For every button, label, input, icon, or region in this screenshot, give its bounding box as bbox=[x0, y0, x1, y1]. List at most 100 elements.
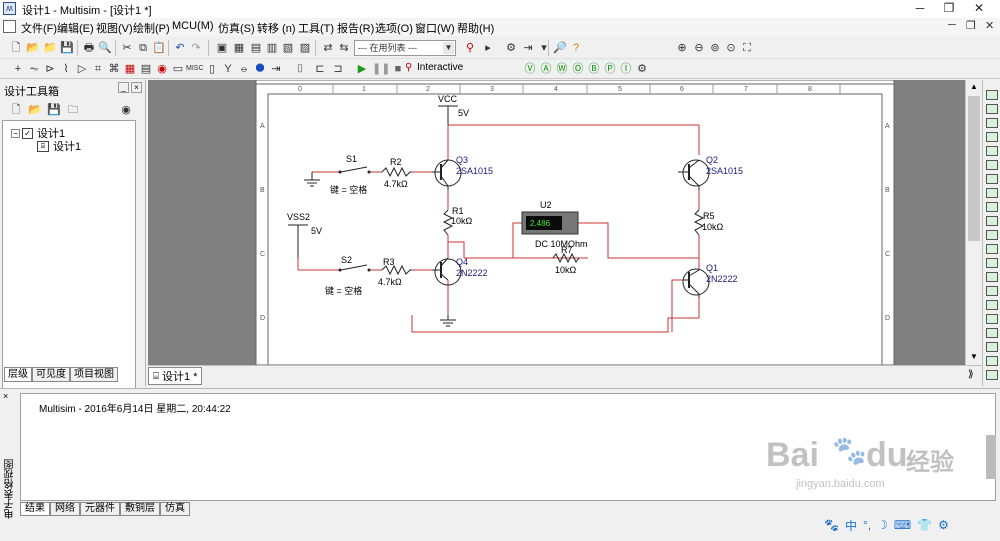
place-ttl-icon[interactable]: ⌗ bbox=[90, 61, 106, 77]
ime-mode[interactable]: 中 bbox=[845, 517, 857, 534]
panel-close-icon[interactable]: × bbox=[131, 82, 142, 93]
instrument-oscilloscope-icon[interactable] bbox=[986, 132, 998, 142]
instrument-labview-icon[interactable] bbox=[986, 342, 998, 352]
instrument-multimeter-icon[interactable] bbox=[986, 90, 998, 100]
place-electromech-icon[interactable]: ⦵ bbox=[236, 61, 252, 77]
place-misc-icon[interactable]: MISC bbox=[186, 61, 204, 77]
schematic-canvas[interactable]: 0 1 2 3 4 5 6 7 8 A B C D A B C D VCC 5V… bbox=[148, 80, 965, 365]
probe-options-icon[interactable]: ▾ bbox=[536, 40, 552, 56]
menu-place[interactable]: 绘制(P) bbox=[133, 20, 170, 36]
instrument-network-analyzer-icon[interactable] bbox=[986, 272, 998, 282]
cut-icon[interactable]: ✂ bbox=[119, 40, 135, 56]
place-bus-icon[interactable]: ⊏ bbox=[312, 61, 328, 77]
close-icon[interactable]: ✕ bbox=[964, 0, 994, 18]
output-scroll-thumb[interactable] bbox=[986, 435, 996, 479]
toggle-fullscreen-icon[interactable]: ▣ bbox=[214, 40, 230, 56]
place-mixed-icon[interactable]: ▤ bbox=[138, 61, 154, 77]
instrument-agilent-scope-icon[interactable] bbox=[986, 314, 998, 324]
probe-current-icon[interactable]: Ⓘ bbox=[618, 61, 634, 77]
interactive-label[interactable]: Interactive bbox=[417, 62, 463, 73]
in-use-list-dropdown[interactable]: --- 在用列表 --- ▼ bbox=[354, 40, 456, 56]
place-source-icon[interactable]: + bbox=[10, 61, 26, 77]
instrument-4ch-oscilloscope-icon[interactable] bbox=[986, 146, 998, 156]
interactive-icon[interactable]: ⚲ bbox=[405, 62, 412, 73]
tree-node-sheet[interactable]: ⌸ 设计1 bbox=[37, 138, 81, 154]
instrument-agilent-multimeter-icon[interactable] bbox=[986, 300, 998, 310]
mdi-restore-icon[interactable]: ❐ bbox=[966, 19, 976, 32]
tab-components[interactable]: 元器件 bbox=[80, 502, 120, 516]
place-mcu-icon[interactable]: ▦ bbox=[122, 61, 138, 77]
instrument-word-generator-icon[interactable] bbox=[986, 188, 998, 198]
undo-icon[interactable]: ↶ bbox=[172, 40, 188, 56]
tab-copper-layers[interactable]: 敷铜层 bbox=[120, 502, 160, 516]
menu-edit[interactable]: 编辑(E) bbox=[57, 20, 94, 36]
moon-icon[interactable]: ☽ bbox=[877, 518, 888, 532]
instrument-logic-converter-icon[interactable] bbox=[986, 216, 998, 226]
tab-design1[interactable]: ⌸ 设计1 * bbox=[148, 367, 203, 385]
scroll-up-icon[interactable]: ▲ bbox=[970, 82, 978, 91]
multimeter-icon[interactable]: Ⓥ bbox=[522, 61, 538, 77]
place-analog-icon[interactable]: ▷ bbox=[74, 61, 90, 77]
place-junction-icon[interactable]: ⊐ bbox=[330, 61, 346, 77]
instrument-spectrum-icon[interactable] bbox=[986, 258, 998, 268]
probe-icon[interactable]: ⚲ bbox=[462, 40, 478, 56]
scroll-thumb[interactable] bbox=[968, 96, 980, 241]
menu-transfer[interactable]: 转移 (n) bbox=[257, 20, 296, 36]
instrument-current-probe-icon[interactable] bbox=[986, 370, 998, 380]
instrument-tektronix-icon[interactable] bbox=[986, 328, 998, 338]
panel-minimize-icon[interactable]: _ bbox=[118, 82, 129, 93]
open-design-icon[interactable]: 📂 bbox=[27, 102, 43, 118]
save-icon[interactable]: 💾 bbox=[59, 40, 75, 56]
probe-dropdown-icon[interactable]: ▸ bbox=[480, 40, 496, 56]
pause-icon[interactable]: ❚❚ bbox=[372, 61, 390, 77]
multisim-icon[interactable]: ʍ bbox=[3, 2, 16, 15]
print-icon[interactable]: 🖶 bbox=[81, 40, 97, 56]
help-icon[interactable]: ? bbox=[568, 40, 584, 56]
instrument-bode-icon[interactable] bbox=[986, 160, 998, 170]
probe-voltage-icon[interactable]: Ⓟ bbox=[602, 61, 618, 77]
wattmeter-icon[interactable]: Ⓦ bbox=[554, 61, 570, 77]
place-diode-icon[interactable]: ⊳ bbox=[42, 61, 58, 77]
find-icon[interactable]: 🔎 bbox=[552, 40, 568, 56]
place-cmos-icon[interactable]: ⌘ bbox=[106, 61, 122, 77]
mdi-minimize-icon[interactable]: ─ bbox=[948, 19, 956, 31]
probe-settings-icon[interactable]: ⚙ bbox=[503, 40, 519, 56]
place-basic-icon[interactable]: ⏦ bbox=[26, 61, 42, 77]
chevron-down-icon[interactable]: ▼ bbox=[443, 42, 454, 54]
new-icon[interactable]: 🗋 bbox=[8, 40, 24, 56]
menu-reports[interactable]: 报告(R) bbox=[337, 20, 374, 36]
menu-tools[interactable]: 工具(T) bbox=[298, 20, 334, 36]
place-hierarchy-icon[interactable]: ⌷ bbox=[292, 61, 308, 77]
place-indicator-icon[interactable]: ◉ bbox=[154, 61, 170, 77]
place-transistor-icon[interactable]: ⌇ bbox=[58, 61, 74, 77]
place-connector-icon[interactable]: ⇥ bbox=[268, 61, 284, 77]
fullscreen-icon[interactable]: ⛶ bbox=[739, 40, 755, 56]
menu-view[interactable]: 视图(V) bbox=[96, 20, 133, 36]
mdi-close-icon[interactable]: ✕ bbox=[985, 19, 994, 32]
tab-hierarchy[interactable]: 层级 bbox=[4, 367, 32, 382]
tab-project-view[interactable]: 项目视图 bbox=[70, 367, 118, 382]
settings-icon[interactable]: ⚙ bbox=[938, 518, 949, 532]
close-design-icon[interactable]: 🗀 bbox=[65, 102, 81, 118]
grapher-icon[interactable]: ▥ bbox=[264, 40, 280, 56]
panel-close-icon[interactable]: × bbox=[3, 391, 8, 401]
new-design-icon[interactable]: 🗋 bbox=[8, 102, 24, 118]
instrument-counter-icon[interactable] bbox=[986, 174, 998, 184]
minimize-icon[interactable]: ─ bbox=[905, 0, 935, 18]
tab-scroll-icon[interactable]: ⟫ bbox=[968, 369, 974, 380]
open-icon[interactable]: 📂 bbox=[25, 40, 41, 56]
probe-direction-icon[interactable]: ⇥ bbox=[520, 40, 536, 56]
menu-options[interactable]: 选项(O) bbox=[375, 20, 413, 36]
punctuation-icon[interactable]: °, bbox=[863, 518, 871, 532]
postprocessor-icon[interactable]: ▧ bbox=[280, 40, 296, 56]
save-design-icon[interactable]: 💾 bbox=[46, 102, 62, 118]
menu-simulate[interactable]: 仿真(S) bbox=[218, 20, 255, 36]
place-rf-icon[interactable]: Y bbox=[220, 61, 236, 77]
soft-keyboard-icon[interactable]: ⌨ bbox=[894, 518, 911, 532]
stop-icon[interactable]: ■ bbox=[390, 61, 406, 77]
instrument-ni-elvis-icon[interactable] bbox=[986, 356, 998, 366]
zoom-sheet-icon[interactable]: ⊙ bbox=[723, 40, 739, 56]
instrument-distortion-icon[interactable] bbox=[986, 244, 998, 254]
redo-icon[interactable]: ↷ bbox=[188, 40, 204, 56]
place-power-icon[interactable]: ▭ bbox=[170, 61, 186, 77]
